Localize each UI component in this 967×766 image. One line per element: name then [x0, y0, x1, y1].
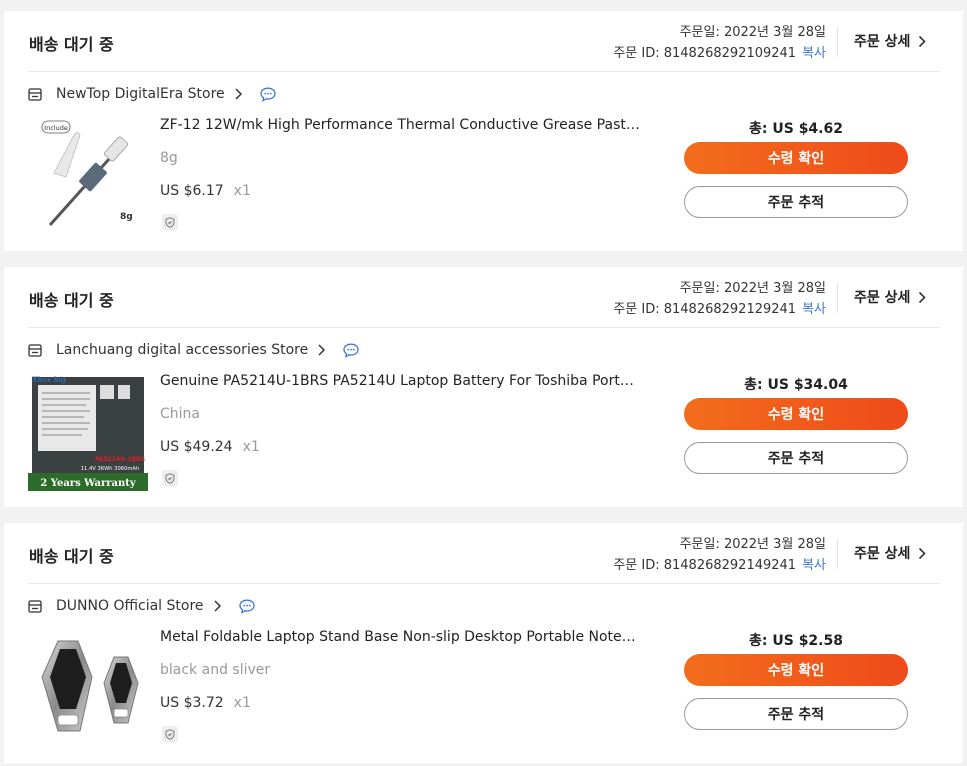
copy-order-id-button[interactable]: 복사 — [802, 302, 826, 317]
chevron-right-icon — [919, 291, 927, 303]
product-price: US $49.24 — [160, 439, 233, 455]
header-divider — [837, 27, 838, 57]
order-date: 주문일: 2022년 3월 28일 — [679, 281, 826, 296]
order-meta: 주문일: 2022년 3월 28일 주문 ID: 814826829212924… — [613, 278, 826, 320]
buyer-protection-shield-icon — [162, 726, 178, 742]
track-order-button[interactable]: 주문 추적 — [684, 186, 908, 218]
chat-bubble-icon[interactable] — [260, 87, 276, 102]
order-detail-label: 주문 상세 — [854, 290, 911, 306]
order-total: 총: US $34.04 — [744, 377, 848, 393]
store-row: DUNNO Official Store — [28, 596, 255, 616]
thumb-size-text: 8g — [120, 212, 133, 222]
store-icon — [28, 343, 42, 357]
order-total: 총: US $2.58 — [749, 633, 843, 649]
chevron-right-icon — [213, 600, 221, 612]
section-divider — [28, 327, 940, 328]
product-price-row: US $3.72 x1 — [160, 695, 251, 711]
chevron-right-icon — [919, 547, 927, 559]
store-icon — [28, 87, 42, 101]
order-detail-link[interactable]: 주문 상세 — [854, 287, 927, 307]
product-variant: black and sliver — [160, 662, 271, 678]
chat-bubble-icon[interactable] — [343, 343, 359, 358]
order-card: 배송 대기 중 주문일: 2022년 3월 28일 주문 ID: 8148268… — [4, 267, 963, 507]
store-name-link[interactable]: NewTop DigitalEra Store — [56, 86, 225, 102]
product-title-link[interactable]: Metal Foldable Laptop Stand Base Non-sli… — [160, 629, 640, 645]
product-quantity: x1 — [233, 695, 251, 711]
chevron-right-icon — [318, 344, 326, 356]
order-detail-link[interactable]: 주문 상세 — [854, 543, 927, 563]
order-id: 주문 ID: 8148268292129241 — [613, 302, 797, 317]
confirm-receipt-button[interactable]: 수령 확인 — [684, 654, 908, 686]
order-card: 배송 대기 중 주문일: 2022년 3월 28일 주문 ID: 8148268… — [4, 523, 963, 763]
chat-bubble-icon[interactable] — [238, 599, 255, 614]
store-row: NewTop DigitalEra Store — [28, 84, 276, 104]
product-thumbnail[interactable] — [28, 627, 148, 747]
copy-order-id-button[interactable]: 복사 — [802, 558, 826, 573]
thumb-tag-text: Include — [44, 124, 68, 132]
store-row: Lanchuang digital accessories Store — [28, 340, 359, 360]
order-date: 주문일: 2022년 3월 28일 — [679, 537, 826, 552]
order-id-row: 주문 ID: 8148268292129241 복사 — [613, 299, 826, 320]
order-detail-link[interactable]: 주문 상세 — [854, 31, 927, 51]
store-icon — [28, 599, 42, 613]
buyer-protection-shield-icon — [162, 214, 178, 230]
chevron-right-icon — [235, 88, 242, 100]
order-header: 배송 대기 중 주문일: 2022년 3월 28일 주문 ID: 8148268… — [4, 11, 963, 72]
product-price-row: US $6.17 x1 — [160, 183, 251, 199]
product-price: US $3.72 — [160, 695, 224, 711]
order-id: 주문 ID: 8148268292149241 — [613, 558, 797, 573]
confirm-receipt-button[interactable]: 수령 확인 — [684, 398, 908, 430]
chevron-right-icon — [919, 35, 927, 47]
product-thumbnail[interactable]: Include 8g — [28, 115, 148, 235]
product-price-row: US $49.24 x1 — [160, 439, 260, 455]
order-status: 배송 대기 중 — [29, 35, 114, 54]
thumb-model-text: PA5214U-1BRS — [95, 456, 145, 463]
order-status: 배송 대기 중 — [29, 547, 114, 566]
buyer-protection-shield-icon — [162, 470, 178, 486]
order-date: 주문일: 2022년 3월 28일 — [679, 25, 826, 40]
header-divider — [837, 539, 838, 569]
product-quantity: x1 — [233, 183, 251, 199]
order-meta: 주문일: 2022년 3월 28일 주문 ID: 814826829214924… — [613, 534, 826, 576]
order-meta: 주문일: 2022년 3월 28일 주문 ID: 814826829210924… — [613, 22, 826, 64]
product-variant: China — [160, 406, 200, 422]
order-header: 배송 대기 중 주문일: 2022년 3월 28일 주문 ID: 8148268… — [4, 523, 963, 584]
thumb-spec-text: 11.4V 36Wh 3060mAh — [81, 466, 140, 472]
order-card: 배송 대기 중 주문일: 2022년 3월 28일 주문 ID: 8148268… — [4, 11, 963, 251]
thumb-warranty-text: 2 Years Warranty — [40, 478, 137, 489]
product-price: US $6.17 — [160, 183, 224, 199]
thumb-brand-text: Xbox big — [31, 375, 66, 384]
order-header: 배송 대기 중 주문일: 2022년 3월 28일 주문 ID: 8148268… — [4, 267, 963, 328]
product-variant: 8g — [160, 150, 178, 166]
section-divider — [28, 71, 940, 72]
product-quantity: x1 — [242, 439, 260, 455]
order-detail-label: 주문 상세 — [854, 34, 911, 50]
track-order-button[interactable]: 주문 추적 — [684, 442, 908, 474]
order-detail-label: 주문 상세 — [854, 546, 911, 562]
store-name-link[interactable]: DUNNO Official Store — [56, 598, 204, 614]
order-id-row: 주문 ID: 8148268292109241 복사 — [613, 43, 826, 64]
product-title-link[interactable]: ZF-12 12W/mk High Performance Thermal Co… — [160, 117, 640, 133]
product-thumbnail[interactable]: Xbox big PA5214U-1BRS 11.4V 36Wh 3060mAh… — [28, 371, 148, 491]
header-divider — [837, 283, 838, 313]
order-id: 주문 ID: 8148268292109241 — [613, 46, 797, 61]
product-title-link[interactable]: Genuine PA5214U-1BRS PA5214U Laptop Batt… — [160, 373, 640, 389]
confirm-receipt-button[interactable]: 수령 확인 — [684, 142, 908, 174]
order-id-row: 주문 ID: 8148268292149241 복사 — [613, 555, 826, 576]
order-status: 배송 대기 중 — [29, 291, 114, 310]
track-order-button[interactable]: 주문 추적 — [684, 698, 908, 730]
order-total: 총: US $4.62 — [749, 121, 843, 137]
store-name-link[interactable]: Lanchuang digital accessories Store — [56, 342, 308, 358]
section-divider — [28, 583, 940, 584]
copy-order-id-button[interactable]: 복사 — [802, 46, 826, 61]
